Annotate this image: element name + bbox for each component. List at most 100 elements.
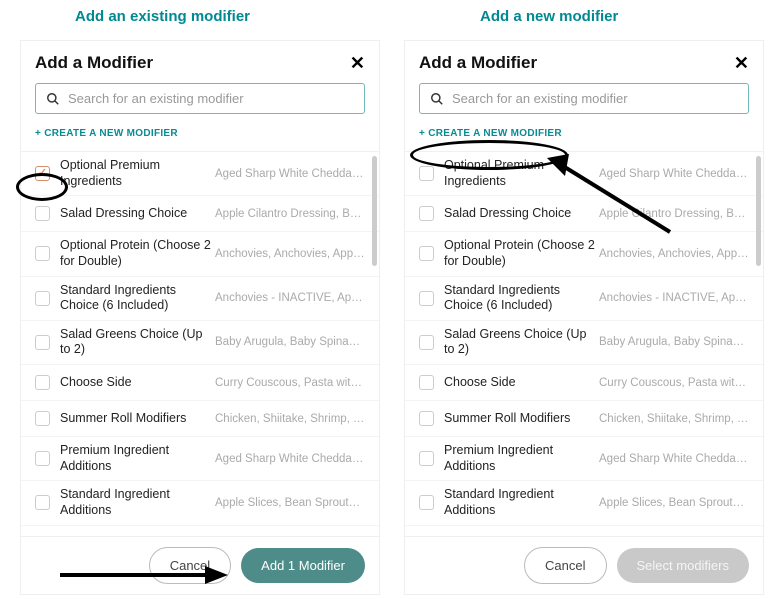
modifier-name: Standard Ingredient Additions (444, 487, 599, 518)
list-item[interactable]: Optional Premium IngredientsAged Sharp W… (21, 152, 379, 196)
modifier-name: Salad Greens Choice (Up to 2) (444, 327, 599, 358)
modal-title: Add a Modifier (419, 53, 537, 73)
list-item[interactable]: Premium Ingredient AdditionsAged Sharp W… (405, 437, 763, 481)
list-item[interactable]: Salad Greens Choice (Up to 2)Baby Arugul… (21, 321, 379, 365)
list-item[interactable]: Summer Roll ModifiersChicken, Shiitake, … (21, 401, 379, 437)
modifier-desc: Anchovies - INACTIVE, Apple Sli… (599, 292, 749, 304)
checkbox[interactable] (35, 166, 50, 181)
list-item[interactable]: Premium Ingredient AdditionsAged Sharp W… (21, 437, 379, 481)
modifier-desc: Chicken, Shiitake, Shrimp, Tuna, T… (215, 413, 365, 425)
list-item[interactable]: Add AvocadoAvocado (405, 526, 763, 537)
checkbox[interactable] (35, 335, 50, 350)
modifier-name: Optional Premium Ingredients (60, 158, 215, 189)
list-item[interactable]: Add AvocadoAvocado (21, 526, 379, 537)
modifier-desc: Anchovies, Anchovies, Applewoo… (599, 248, 749, 260)
modifier-name: Summer Roll Modifiers (444, 411, 599, 427)
modifier-desc: Anchovies, Anchovies, Applewoo… (215, 248, 365, 260)
search-input[interactable] (68, 91, 354, 106)
modifier-name: Choose Side (60, 375, 215, 391)
modifier-name: Choose Side (444, 375, 599, 391)
list-item[interactable]: Optional Protein (Choose 2 for Double)An… (21, 232, 379, 276)
checkbox[interactable] (419, 495, 434, 510)
modifier-name: Optional Protein (Choose 2 for Double) (444, 238, 599, 269)
checkbox[interactable] (419, 246, 434, 261)
create-new-modifier-link[interactable]: + CREATE A NEW MODIFIER (419, 128, 562, 139)
cancel-button[interactable]: Cancel (524, 547, 606, 584)
list-item[interactable]: Salad Greens Choice (Up to 2)Baby Arugul… (405, 321, 763, 365)
modifier-name: Standard Ingredients Choice (6 Included) (60, 283, 215, 314)
modifier-name: Salad Dressing Choice (60, 206, 215, 222)
search-icon (46, 92, 60, 106)
list-item[interactable]: Standard Ingredients Choice (6 Included)… (405, 277, 763, 321)
checkbox[interactable] (419, 206, 434, 221)
search-icon (430, 92, 444, 106)
modifier-list: Optional Premium Ingredients Aged Sharp W… (21, 151, 379, 536)
create-new-modifier-link[interactable]: + CREATE A NEW MODIFIER (35, 128, 178, 139)
modifier-desc: Baby Arugula, Baby Spinach, Butt… (215, 336, 365, 348)
modifier-name: Add Avocado (444, 535, 599, 536)
modal-new: Add a Modifier ✕ + CREATE A NEW MODIFIER… (404, 40, 764, 595)
modifier-list: Optional Premium IngredientsAged Sharp W… (405, 151, 763, 536)
list-item[interactable]: Optional Protein (Choose 2 for Double)An… (405, 232, 763, 276)
search-input-wrap[interactable] (419, 83, 749, 114)
checkbox[interactable] (35, 291, 50, 306)
modifier-desc: Apple Cilantro Dressing, Balsami… (599, 208, 749, 220)
modifier-desc: Aged Sharp White Cheddar Chee… (215, 453, 365, 465)
modal-title: Add a Modifier (35, 53, 153, 73)
modifier-name: Salad Greens Choice (Up to 2) (60, 327, 215, 358)
checkbox[interactable] (35, 451, 50, 466)
modifier-desc: Curry Couscous, Pasta with Sund… (599, 377, 749, 389)
checkbox[interactable] (35, 246, 50, 261)
modifier-name: Salad Dressing Choice (444, 206, 599, 222)
list-item[interactable]: Standard Ingredients Choice (6 Included)… (21, 277, 379, 321)
scrollbar-thumb[interactable] (756, 156, 761, 266)
modifier-name: Optional Protein (Choose 2 for Double) (60, 238, 215, 269)
checkbox[interactable] (419, 166, 434, 181)
modifier-desc: Chicken, Shiitake, Shrimp, Tuna, T… (599, 413, 749, 425)
modifier-desc: Apple Slices, Bean Sprouts, Black … (599, 497, 749, 509)
list-item[interactable]: Salad Dressing ChoiceApple Cilantro Dres… (21, 196, 379, 232)
scrollbar-thumb[interactable] (372, 156, 377, 266)
modifier-desc: Aged Sharp White Cheddar Chee… (599, 168, 749, 180)
checkbox[interactable] (35, 495, 50, 510)
modifier-name: Premium Ingredient Additions (444, 443, 599, 474)
list-item[interactable]: Standard Ingredient AdditionsApple Slice… (21, 481, 379, 525)
modifier-desc: Baby Arugula, Baby Spinach, Butt… (599, 336, 749, 348)
checkbox[interactable] (419, 536, 434, 537)
checkbox[interactable] (35, 536, 50, 537)
modifier-desc: Apple Cilantro Dressing, Balsami… (215, 208, 365, 220)
list-item[interactable]: Salad Dressing ChoiceApple Cilantro Dres… (405, 196, 763, 232)
close-icon[interactable]: ✕ (350, 54, 365, 72)
heading-left: Add an existing modifier (75, 8, 250, 25)
modifier-name: Standard Ingredient Additions (60, 487, 215, 518)
list-item[interactable]: Standard Ingredient AdditionsApple Slice… (405, 481, 763, 525)
modifier-desc: Curry Couscous, Pasta with Sund… (215, 377, 365, 389)
checkbox[interactable] (419, 411, 434, 426)
modal-existing: Add a Modifier ✕ + CREATE A NEW MODIFIER… (20, 40, 380, 595)
select-modifiers-button[interactable]: Select modifiers (617, 548, 749, 583)
close-icon[interactable]: ✕ (734, 54, 749, 72)
modifier-name: Add Avocado (60, 535, 215, 536)
search-input-wrap[interactable] (35, 83, 365, 114)
checkbox[interactable] (35, 411, 50, 426)
modifier-desc: Anchovies - INACTIVE, Apple Sli… (215, 292, 365, 304)
modifier-name: Summer Roll Modifiers (60, 411, 215, 427)
modifier-name: Standard Ingredients Choice (6 Included) (444, 283, 599, 314)
checkbox[interactable] (35, 375, 50, 390)
modifier-name: Premium Ingredient Additions (60, 443, 215, 474)
cancel-button[interactable]: Cancel (149, 547, 231, 584)
add-modifier-button[interactable]: Add 1 Modifier (241, 548, 365, 583)
list-item[interactable]: Summer Roll ModifiersChicken, Shiitake, … (405, 401, 763, 437)
heading-right: Add a new modifier (480, 8, 618, 25)
modifier-desc: Aged Sharp White Cheddar Chee… (599, 453, 749, 465)
checkbox[interactable] (419, 291, 434, 306)
modifier-name: Optional Premium Ingredients (444, 158, 599, 189)
checkbox[interactable] (419, 451, 434, 466)
list-item[interactable]: Optional Premium IngredientsAged Sharp W… (405, 152, 763, 196)
search-input[interactable] (452, 91, 738, 106)
checkbox[interactable] (419, 335, 434, 350)
checkbox[interactable] (35, 206, 50, 221)
list-item[interactable]: Choose SideCurry Couscous, Pasta with Su… (405, 365, 763, 401)
checkbox[interactable] (419, 375, 434, 390)
list-item[interactable]: Choose SideCurry Couscous, Pasta with Su… (21, 365, 379, 401)
